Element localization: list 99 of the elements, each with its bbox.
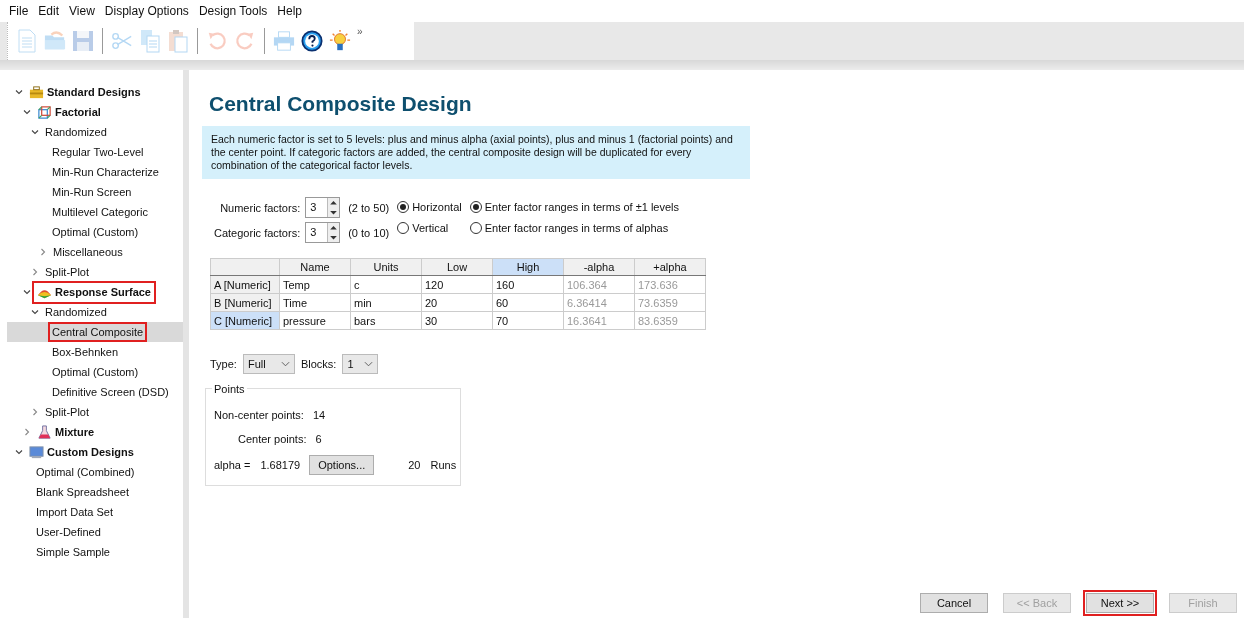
table-cell[interactable]: 120	[421, 275, 493, 294]
run-count: 20	[408, 459, 421, 471]
chevron-right-icon[interactable]	[38, 247, 48, 257]
table-cell[interactable]: Time	[279, 293, 351, 312]
spinner-field[interactable]: 3	[305, 197, 341, 218]
table-cell[interactable]: c	[350, 275, 422, 294]
table-cell: 106.364	[563, 275, 635, 294]
field-label: alpha =	[214, 459, 251, 471]
tree-item[interactable]: Min-Run Screen	[7, 182, 183, 202]
range-hint: (0 to 10)	[348, 226, 390, 239]
tree-node[interactable]: Miscellaneous	[51, 245, 125, 259]
tree-node[interactable]: Mixture	[35, 423, 97, 441]
flask-icon	[37, 424, 52, 440]
menu-item[interactable]: View	[64, 4, 100, 18]
options-button[interactable]: Options...	[309, 455, 375, 475]
radio-option[interactable]: Vertical	[397, 222, 462, 234]
table-cell[interactable]: pressure	[279, 311, 351, 330]
menu-item[interactable]: Display Options	[99, 4, 194, 18]
monitor-icon	[29, 444, 44, 460]
tree-node[interactable]: Split-Plot	[43, 405, 92, 419]
field-label: Center points:	[238, 433, 307, 445]
tree-item[interactable]: Definitive Screen (DSD)	[7, 382, 183, 402]
tree-item[interactable]: Central Composite	[7, 322, 183, 342]
help-icon[interactable]	[301, 29, 323, 53]
point-count: 6	[315, 433, 322, 445]
field-label: Non-center points:	[214, 409, 304, 421]
menu-item[interactable]: Edit	[33, 4, 65, 18]
runs-label: Runs	[430, 459, 457, 471]
table-cell: 6.36414	[563, 293, 635, 312]
column-header[interactable]: +alpha	[634, 258, 706, 276]
field-label: Type:	[210, 358, 237, 370]
tree-item[interactable]: Simple Sample	[7, 542, 183, 562]
type-dropdown[interactable]: Full	[242, 354, 295, 374]
table-cell[interactable]: bars	[350, 311, 422, 330]
tree-item[interactable]: Multilevel Categoric	[7, 202, 183, 222]
tree-node[interactable]: Response Surface	[35, 283, 153, 301]
table-cell: 83.6359	[634, 311, 706, 330]
radio-option[interactable]: Enter factor ranges in terms of alphas	[469, 222, 680, 234]
tree-item[interactable]: Import Data Set	[7, 502, 183, 522]
info-text: Each numeric factor is set to 5 levels: plus and minus alpha (axial points), plus and minus 1 (factorial points) and the center point. If categoric factors are added, the central composite design will be duplicated for every combination of the categorical factor levels.	[202, 126, 750, 179]
column-header[interactable]: High	[492, 258, 564, 276]
chevron-down-icon[interactable]	[14, 87, 24, 97]
menu-item[interactable]: File	[4, 4, 34, 18]
range-hint: (2 to 50)	[348, 201, 390, 214]
group-title: Points	[212, 383, 247, 395]
field-label: Blocks:	[300, 358, 337, 370]
tree-item[interactable]: Optimal (Combined)	[7, 462, 183, 482]
tree-node[interactable]: Factorial	[35, 103, 103, 121]
cube-icon	[37, 104, 52, 120]
tree-item[interactable]: Box-Behnken	[7, 342, 183, 362]
tree-item[interactable]: Blank Spreadsheet	[7, 482, 183, 502]
tree-node[interactable]: Randomized	[43, 125, 109, 139]
field-label: Categoric factors:	[214, 226, 301, 239]
tree-node[interactable]: Standard Designs	[27, 83, 143, 101]
chevron-right-icon[interactable]	[22, 427, 32, 437]
radio-option[interactable]: Enter factor ranges in terms of ±1 levels	[469, 201, 680, 213]
column-header[interactable]: -alpha	[563, 258, 635, 276]
table-cell[interactable]: 70	[492, 311, 564, 330]
table-cell[interactable]: 160	[492, 275, 564, 294]
table-cell[interactable]: 60	[492, 293, 564, 312]
table-cell[interactable]: 30	[421, 311, 493, 330]
alpha-value: 1.68179	[260, 459, 301, 471]
chevron-right-icon[interactable]	[30, 267, 40, 277]
wizard-button[interactable]: Next >>	[1086, 593, 1154, 613]
page-title: Central Composite Design	[209, 92, 473, 116]
table-cell: 173.636	[634, 275, 706, 294]
column-header[interactable]: Name	[279, 258, 351, 276]
chevron-down-icon[interactable]	[30, 307, 40, 317]
chevron-right-icon[interactable]	[30, 407, 40, 417]
tree-node[interactable]: Randomized	[43, 305, 109, 319]
chevron-down-icon[interactable]	[14, 447, 24, 457]
table-cell[interactable]: 20	[421, 293, 493, 312]
menu-item[interactable]: Help	[272, 4, 308, 18]
tree-node[interactable]: Custom Designs	[27, 443, 136, 461]
table-cell: 16.3641	[563, 311, 635, 330]
blocks-dropdown[interactable]: 1	[342, 354, 378, 374]
spinner-field[interactable]: 3	[305, 222, 341, 243]
chevron-down-icon[interactable]	[22, 287, 32, 297]
field-label: Numeric factors:	[220, 201, 301, 214]
table-cell: 73.6359	[634, 293, 706, 312]
chevron-down-icon[interactable]	[30, 127, 40, 137]
chevron-down-icon[interactable]	[22, 107, 32, 117]
radio-option[interactable]: Horizontal	[397, 201, 462, 213]
tree-item[interactable]: Regular Two-Level	[7, 142, 183, 162]
tree-item[interactable]: Optimal (Custom)	[7, 362, 183, 382]
tree-item[interactable]: Min-Run Characterize	[7, 162, 183, 182]
menu-item[interactable]: Design Tools	[193, 4, 273, 18]
tree-node[interactable]: Split-Plot	[43, 265, 92, 279]
tree-item[interactable]: Optimal (Custom)	[7, 222, 183, 242]
column-header[interactable]: Low	[421, 258, 493, 276]
table-cell[interactable]: min	[350, 293, 422, 312]
wizard-button[interactable]: Cancel	[920, 593, 988, 613]
toolbox-icon	[29, 84, 44, 100]
lightbulb-icon[interactable]	[329, 29, 351, 53]
toolbar-overflow[interactable]: »	[357, 26, 363, 37]
tree-item[interactable]: User-Defined	[7, 522, 183, 542]
point-count: 14	[312, 409, 326, 421]
column-header[interactable]: Units	[350, 258, 422, 276]
table-cell[interactable]: Temp	[279, 275, 351, 294]
